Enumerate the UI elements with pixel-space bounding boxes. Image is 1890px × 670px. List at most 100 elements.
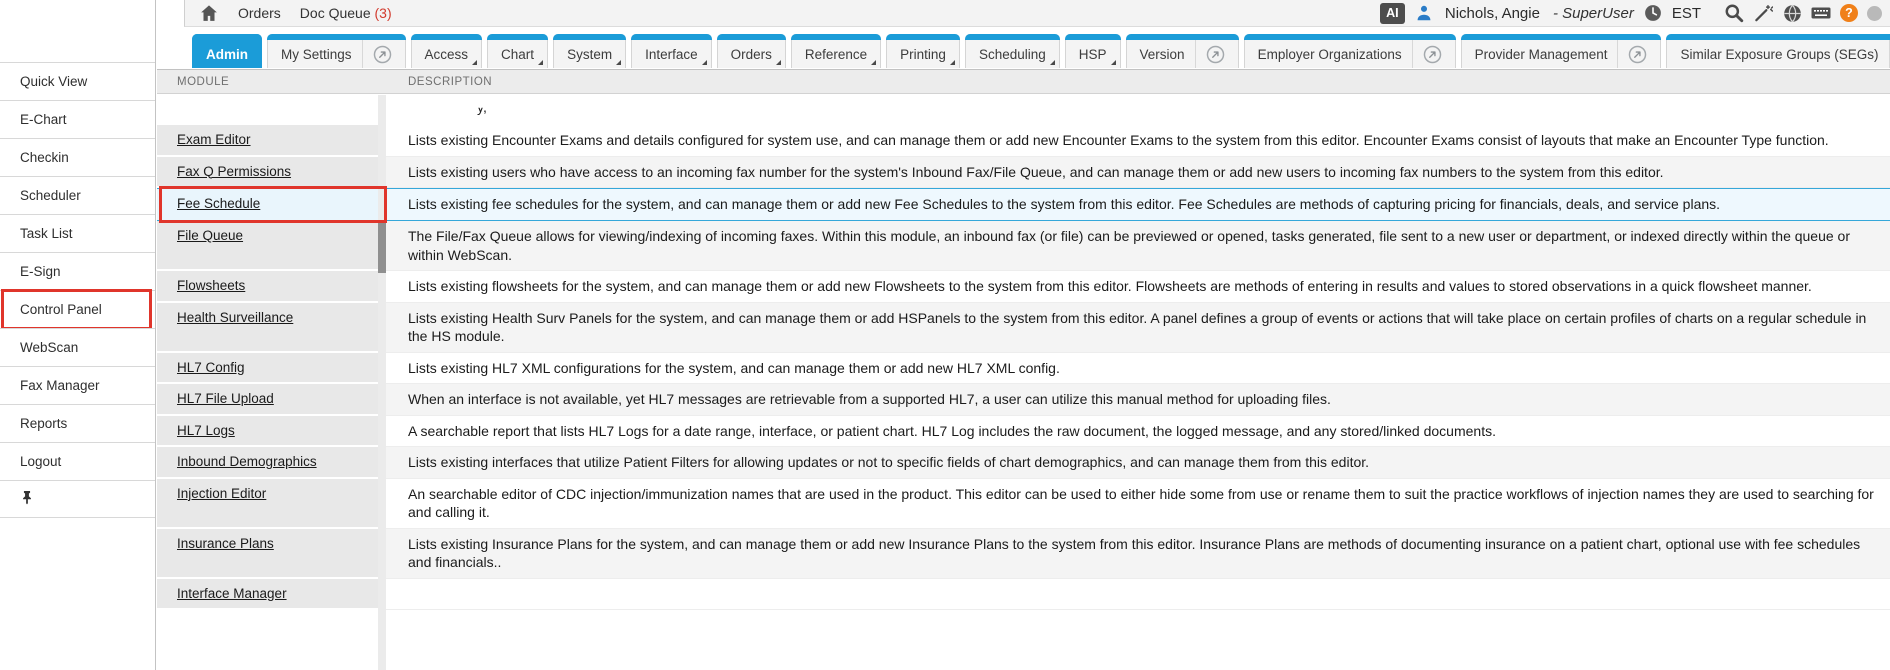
module-cell: HL7 Logs bbox=[157, 416, 378, 448]
doc-queue-count: (3) bbox=[375, 5, 392, 21]
clock-icon bbox=[1643, 3, 1663, 23]
module-description: Lists existing users who have access to … bbox=[386, 157, 1890, 189]
module-description bbox=[386, 579, 1890, 610]
tab-provider-management[interactable]: Provider Management bbox=[1461, 34, 1662, 68]
tab-system[interactable]: System bbox=[553, 34, 626, 68]
sidebar-item-label: Logout bbox=[20, 454, 61, 469]
module-link[interactable]: Fee Schedule bbox=[177, 196, 260, 211]
module-link[interactable]: Flowsheets bbox=[177, 278, 245, 293]
tab-label: Version bbox=[1140, 47, 1185, 62]
topbar: Orders Doc Queue (3) AI Nichols, Angie -… bbox=[184, 0, 1890, 27]
table-row-fee-schedule: Fee Schedule Lists existing fee schedule… bbox=[157, 188, 1890, 221]
module-link[interactable]: HL7 Config bbox=[177, 360, 245, 375]
module-scrollbar-thumb[interactable] bbox=[378, 223, 386, 273]
module-cell: HL7 Config bbox=[157, 353, 378, 385]
module-cell: Injection Editor bbox=[157, 479, 378, 529]
tab-label: Interface bbox=[645, 47, 698, 62]
help-icon[interactable]: ? bbox=[1840, 4, 1858, 22]
module-link[interactable]: Fax Q Permissions bbox=[177, 164, 291, 179]
module-cell: Exam Editor bbox=[157, 125, 378, 157]
module-description: Lists existing Health Surv Panels for th… bbox=[386, 303, 1890, 353]
module-link[interactable]: File Queue bbox=[177, 228, 243, 243]
popout-icon[interactable] bbox=[1195, 40, 1225, 68]
module-description: When an interface is not available, yet … bbox=[386, 384, 1890, 416]
timezone-label: EST bbox=[1672, 5, 1701, 22]
home-icon[interactable] bbox=[199, 3, 219, 23]
breadcrumb-orders[interactable]: Orders bbox=[238, 5, 281, 21]
breadcrumb-doc-queue[interactable]: Doc Queue (3) bbox=[300, 5, 392, 21]
tab-hsp[interactable]: HSP bbox=[1065, 34, 1121, 68]
tab-label: HSP bbox=[1079, 47, 1107, 62]
sidebar-item-e-chart[interactable]: E-Chart bbox=[0, 100, 155, 138]
module-link[interactable]: HL7 Logs bbox=[177, 423, 235, 438]
user-role: - SuperUser bbox=[1553, 5, 1634, 22]
sidebar-item-label: Control Panel bbox=[20, 302, 102, 317]
module-link[interactable]: Injection Editor bbox=[177, 486, 266, 501]
module-link[interactable]: Inbound Demographics bbox=[177, 454, 317, 469]
search-icon[interactable] bbox=[1724, 3, 1744, 23]
tab-employer-organizations[interactable]: Employer Organizations bbox=[1244, 34, 1456, 68]
sidebar-item-logout[interactable]: Logout bbox=[0, 442, 155, 480]
tab-orders[interactable]: Orders bbox=[717, 34, 786, 68]
tab-bar: Admin My Settings Access Chart System In… bbox=[184, 32, 1890, 68]
clipped-top-row: y, bbox=[157, 95, 1890, 125]
table-row-exam-editor: Exam Editor Lists existing Encounter Exa… bbox=[157, 125, 1890, 157]
column-header-module: MODULE bbox=[157, 76, 378, 88]
module-cell: File Queue bbox=[157, 221, 378, 271]
wand-icon[interactable] bbox=[1753, 3, 1773, 23]
globe-icon[interactable] bbox=[1782, 3, 1802, 23]
module-description: Lists existing Encounter Exams and detai… bbox=[386, 125, 1890, 157]
sidebar-item-label: WebScan bbox=[20, 340, 78, 355]
status-dot-icon bbox=[1867, 6, 1882, 21]
module-description: An searchable editor of CDC injection/im… bbox=[386, 479, 1890, 529]
module-link[interactable]: Insurance Plans bbox=[177, 536, 274, 551]
tab-access[interactable]: Access bbox=[411, 34, 483, 68]
sidebar-item-task-list[interactable]: Task List bbox=[0, 214, 155, 252]
module-description: Lists existing flowsheets for the system… bbox=[386, 271, 1890, 303]
sidebar-item-e-sign[interactable]: E-Sign bbox=[0, 252, 155, 290]
popout-icon[interactable] bbox=[1412, 40, 1442, 68]
module-scrollbar-track[interactable] bbox=[378, 95, 386, 670]
user-icon bbox=[1414, 3, 1434, 23]
tab-label: Scheduling bbox=[979, 47, 1046, 62]
module-link[interactable]: Exam Editor bbox=[177, 132, 251, 147]
tab-label: System bbox=[567, 47, 612, 62]
module-link[interactable]: HL7 File Upload bbox=[177, 391, 274, 406]
tab-my-settings[interactable]: My Settings bbox=[267, 34, 406, 68]
tab-label: Admin bbox=[206, 47, 248, 62]
module-description: Lists existing interfaces that utilize P… bbox=[386, 447, 1890, 479]
keyboard-icon[interactable] bbox=[1811, 3, 1831, 23]
sidebar-item-fax-manager[interactable]: Fax Manager bbox=[0, 366, 155, 404]
tab-similar-exposure-groups-segs[interactable]: Similar Exposure Groups (SEGs) bbox=[1666, 34, 1890, 68]
tab-interface[interactable]: Interface bbox=[631, 34, 712, 68]
table-row-fax-q-permissions: Fax Q Permissions Lists existing users w… bbox=[157, 157, 1890, 189]
user-name[interactable]: Nichols, Angie bbox=[1445, 5, 1540, 22]
tab-printing[interactable]: Printing bbox=[886, 34, 960, 68]
sidebar-item-checkin[interactable]: Checkin bbox=[0, 138, 155, 176]
sidebar-item-label: Reports bbox=[20, 416, 67, 431]
sidebar-item-quick-view[interactable]: Quick View bbox=[0, 62, 155, 100]
tab-chart[interactable]: Chart bbox=[487, 34, 548, 68]
sidebar-item-webscan[interactable]: WebScan bbox=[0, 328, 155, 366]
sidebar-item-label: Checkin bbox=[20, 150, 69, 165]
sidebar-item-control-panel[interactable]: Control Panel bbox=[0, 290, 155, 328]
sidebar-item-scheduler[interactable]: Scheduler bbox=[0, 176, 155, 214]
table-row-file-queue: File Queue The File/Fax Queue allows for… bbox=[157, 221, 1890, 271]
module-description: Lists existing HL7 XML configurations fo… bbox=[386, 353, 1890, 385]
tab-reference[interactable]: Reference bbox=[791, 34, 881, 68]
tab-admin[interactable]: Admin bbox=[192, 34, 262, 68]
sidebar-pin-toggle[interactable] bbox=[0, 480, 155, 518]
module-cell: Insurance Plans bbox=[157, 529, 378, 579]
ai-badge[interactable]: AI bbox=[1380, 3, 1405, 24]
tab-version[interactable]: Version bbox=[1126, 34, 1239, 68]
tab-label: Printing bbox=[900, 47, 946, 62]
sidebar-item-reports[interactable]: Reports bbox=[0, 404, 155, 442]
module-cell: Inbound Demographics bbox=[157, 447, 378, 479]
module-cell: Health Surveillance bbox=[157, 303, 378, 353]
module-link[interactable]: Interface Manager bbox=[177, 586, 287, 601]
module-link[interactable]: Health Surveillance bbox=[177, 310, 293, 325]
popout-icon[interactable] bbox=[1617, 40, 1647, 68]
popout-icon[interactable] bbox=[362, 40, 392, 68]
module-description: Lists existing Insurance Plans for the s… bbox=[386, 529, 1890, 579]
tab-scheduling[interactable]: Scheduling bbox=[965, 34, 1060, 68]
